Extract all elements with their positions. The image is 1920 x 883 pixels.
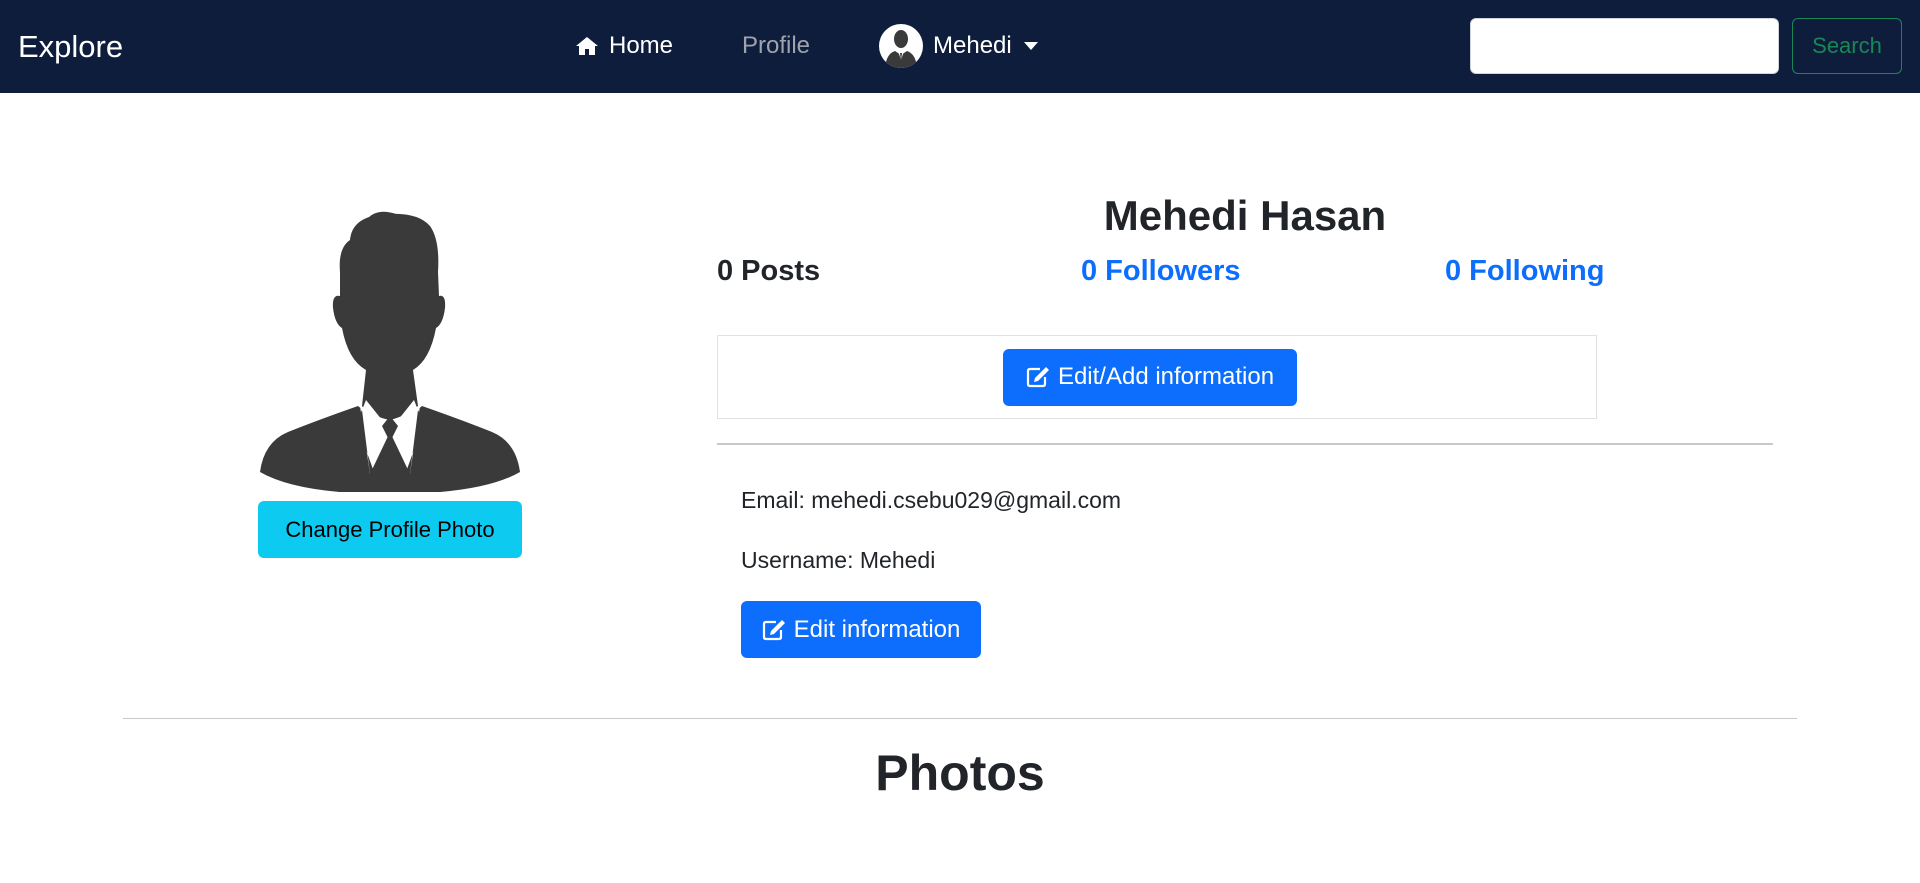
edit-add-information-label: Edit/Add information xyxy=(1057,363,1275,390)
followers-link[interactable]: 0 Followers xyxy=(1081,252,1241,290)
navbar: Explore Home Profile Mehedi Search xyxy=(0,0,1920,93)
home-icon xyxy=(576,37,598,55)
photos-divider xyxy=(123,718,1797,719)
nav-home-label: Home xyxy=(609,32,674,59)
user-dropdown-toggle[interactable]: Mehedi xyxy=(879,22,1038,70)
profile-photo xyxy=(260,211,520,492)
edit-information-button[interactable]: Edit information xyxy=(741,601,981,658)
edit-information-label: Edit information xyxy=(793,615,961,643)
brand-link[interactable]: Explore xyxy=(18,29,123,65)
email-text: Email: mehedi.csebu029@gmail.com xyxy=(741,487,1122,513)
avatar xyxy=(879,24,923,68)
search-button[interactable]: Search xyxy=(1792,18,1902,74)
user-silhouette-icon xyxy=(885,30,917,68)
photos-heading: Photos xyxy=(875,745,1045,801)
posts-count: 0 Posts xyxy=(717,255,821,287)
change-profile-photo-button[interactable]: Change Profile Photo xyxy=(258,501,522,558)
search-input[interactable] xyxy=(1470,18,1779,74)
edit-icon xyxy=(762,619,785,640)
edit-add-information-button[interactable]: Edit/Add information xyxy=(1003,348,1297,406)
following-link[interactable]: 0 Following xyxy=(1445,252,1605,290)
profile-name: Mehedi Hasan xyxy=(1103,192,1387,239)
nav-profile-link[interactable]: Profile xyxy=(742,28,810,64)
nav-home-link[interactable]: Home xyxy=(575,28,673,64)
edit-icon xyxy=(1026,367,1049,388)
section-divider xyxy=(717,443,1773,445)
username-text: Username: Mehedi xyxy=(741,547,936,573)
chevron-down-icon xyxy=(1023,42,1038,50)
user-name-label: Mehedi xyxy=(933,32,1012,59)
edit-add-info-panel: Edit/Add information xyxy=(717,335,1597,419)
